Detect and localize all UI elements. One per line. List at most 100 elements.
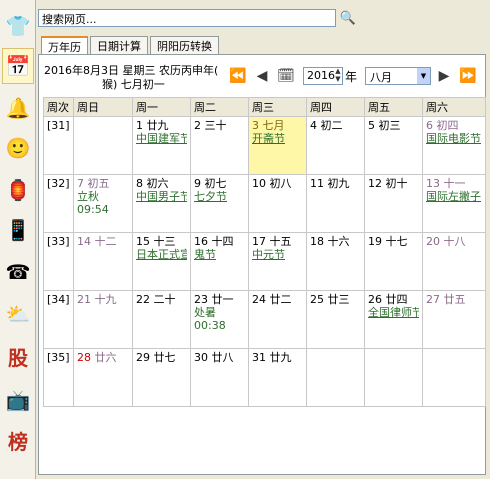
day-number: 14 <box>77 235 95 248</box>
day-label: 16 十四 <box>194 235 245 248</box>
weather-icon[interactable]: ⛅ <box>2 296 34 332</box>
year-spinner[interactable]: ▲ ▼ <box>333 67 343 85</box>
day-cell[interactable]: 6 初四 国际电影节 <box>422 116 486 175</box>
day-cell[interactable]: 9 初七 七夕节 <box>190 174 249 233</box>
telephone-icon[interactable]: ☎ <box>2 254 34 290</box>
date-line-2: 猴) 七月初一 <box>102 78 165 91</box>
day-number: 5 <box>368 119 379 132</box>
month-select[interactable]: 八月 ▼ <box>365 67 431 85</box>
next-year-icon[interactable]: ⏩ <box>459 67 477 85</box>
day-cell[interactable]: 31 廿九 <box>248 348 307 407</box>
lunar-day: 三十 <box>204 119 227 132</box>
lantern-icon[interactable]: 🏮 <box>2 172 34 208</box>
week-row: [34] 21 十九 22 二十 23 廿一 处暑 00:38 24 廿二 25 廿三 26 廿… <box>43 290 486 349</box>
day-cell[interactable]: 17 十五 中元节 <box>248 232 307 291</box>
ranking-icon[interactable]: 榜 <box>2 424 34 460</box>
festival-link[interactable]: 国际电影节 <box>426 132 482 145</box>
day-cell[interactable]: 16 十四 鬼节 <box>190 232 249 291</box>
day-label: 2 三十 <box>194 119 245 132</box>
day-cell[interactable]: 25 廿三 <box>306 290 365 349</box>
day-cell[interactable]: 1 廿九 中国建军节 <box>132 116 191 175</box>
day-cell[interactable]: 8 初六 中国男子节 <box>132 174 191 233</box>
chevron-down-icon[interactable]: ▼ <box>417 68 430 84</box>
next-month-icon[interactable]: ▶ <box>435 67 453 85</box>
week-number: [32] <box>43 174 74 233</box>
bell-icon[interactable]: 🔔 <box>2 90 34 126</box>
weekday-header: 周日 <box>73 97 133 117</box>
day-label: 20 十八 <box>426 235 482 248</box>
lunar-day: 廿四 <box>385 293 408 306</box>
day-cell[interactable]: 20 十八 <box>422 232 486 291</box>
festival-link[interactable]: 七夕节 <box>194 190 245 203</box>
day-cell[interactable]: 4 初二 <box>306 116 365 175</box>
day-cell[interactable]: 29 廿七 <box>132 348 191 407</box>
tv-icon[interactable]: 📺 <box>2 382 34 418</box>
day-cell[interactable]: 10 初八 <box>248 174 307 233</box>
festival-link[interactable]: 中元节 <box>252 248 303 261</box>
tab-date-calc[interactable]: 日期计算 <box>90 36 148 54</box>
day-cell[interactable]: 19 十七 <box>364 232 423 291</box>
today-icon[interactable]: 🗓 <box>277 67 295 85</box>
calendar-icon[interactable]: 📅 <box>2 48 34 84</box>
lunar-day: 七月 <box>262 119 285 132</box>
avatar-icon[interactable]: 🙂 <box>2 130 34 166</box>
lunar-day: 十四 <box>211 235 234 248</box>
day-cell[interactable]: 7 初五 立秋 09:54 <box>73 174 133 233</box>
day-label: 31 廿九 <box>252 351 303 364</box>
lunar-day: 初七 <box>204 177 227 190</box>
day-label: 30 廿八 <box>194 351 245 364</box>
day-cell[interactable]: 12 初十 <box>364 174 423 233</box>
lunar-day: 廿八 <box>211 351 234 364</box>
day-cell[interactable]: 18 十六 <box>306 232 365 291</box>
lunar-day: 初五 <box>87 177 110 190</box>
day-cell[interactable]: 11 初九 <box>306 174 365 233</box>
prev-month-icon[interactable]: ◀ <box>253 67 271 85</box>
search-input[interactable]: 搜索网页... <box>38 9 336 27</box>
festival-link[interactable]: 国际左撇子 <box>426 190 482 203</box>
lunar-day: 初二 <box>320 119 343 132</box>
festival-link[interactable]: 全国律师节 <box>368 306 419 319</box>
festival-link[interactable]: 日本正式宣 <box>136 248 187 261</box>
day-number: 20 <box>426 235 444 248</box>
week-number: [34] <box>43 290 74 349</box>
day-cell <box>364 348 423 407</box>
day-label: 21 十九 <box>77 293 129 306</box>
day-cell[interactable]: 3 七月 开斋节 <box>248 116 307 175</box>
tab-calendar[interactable]: 万年历 <box>41 36 88 55</box>
phone-icon[interactable]: 📱 <box>2 212 34 248</box>
day-cell[interactable]: 28 廿六 <box>73 348 133 407</box>
shirt-icon[interactable]: 👕 <box>2 8 34 44</box>
lunar-day: 廿一 <box>211 293 234 306</box>
day-cell[interactable]: 5 初三 <box>364 116 423 175</box>
prev-year-icon[interactable]: ⏪ <box>229 67 247 85</box>
festival-link[interactable]: 开斋节 <box>252 132 303 145</box>
lunar-day: 廿九 <box>146 119 169 132</box>
lunar-day: 初六 <box>146 177 169 190</box>
day-cell[interactable]: 24 廿二 <box>248 290 307 349</box>
weekday-header: 周四 <box>306 97 365 117</box>
day-cell[interactable]: 27 廿五 <box>422 290 486 349</box>
day-cell[interactable]: 14 十二 <box>73 232 133 291</box>
stock-icon[interactable]: 股 <box>2 340 34 376</box>
day-cell[interactable]: 23 廿一 处暑 00:38 <box>190 290 249 349</box>
festival-link[interactable]: 中国建军节 <box>136 132 187 145</box>
day-cell[interactable]: 21 十九 <box>73 290 133 349</box>
day-cell[interactable]: 13 十一 国际左撇子 <box>422 174 486 233</box>
day-cell[interactable]: 26 廿四 全国律师节 <box>364 290 423 349</box>
day-cell[interactable]: 22 二十 <box>132 290 191 349</box>
tab-lunar-convert[interactable]: 阴阳历转换 <box>150 36 219 54</box>
festival-link[interactable]: 中国男子节 <box>136 190 187 203</box>
day-number: 16 <box>194 235 212 248</box>
day-cell[interactable]: 15 十三 日本正式宣 <box>132 232 191 291</box>
day-cell[interactable]: 2 三十 <box>190 116 249 175</box>
day-number: 12 <box>368 177 386 190</box>
festival-link[interactable]: 鬼节 <box>194 248 245 261</box>
week-row: [35] 28 廿六 29 廿七 30 廿八 31 廿九 <box>43 348 486 407</box>
day-cell[interactable]: 30 廿八 <box>190 348 249 407</box>
day-number: 8 <box>136 177 147 190</box>
search-icon[interactable]: 🔍 <box>340 10 356 26</box>
day-label: 26 廿四 <box>368 293 419 306</box>
day-label: 7 初五 <box>77 177 129 190</box>
lunar-day: 二十 <box>153 293 176 306</box>
day-number: 22 <box>136 293 154 306</box>
